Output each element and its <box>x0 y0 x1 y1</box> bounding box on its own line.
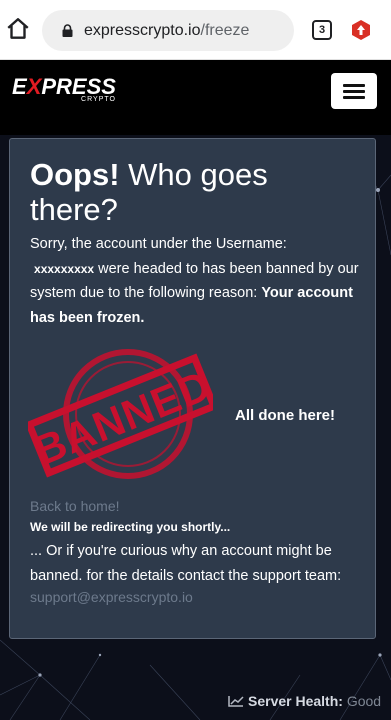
page-title: Oops! Who goes there? <box>30 157 268 227</box>
extension-icon[interactable] <box>350 19 372 41</box>
url-text: expresscrypto.io/freeze <box>84 22 249 40</box>
hamburger-menu-button[interactable] <box>331 73 377 109</box>
username-value: xxxxxxxxx <box>34 261 95 276</box>
url-host: expresscrypto.io <box>84 22 201 39</box>
support-info-text: ... Or if you're curious why an account … <box>30 543 342 584</box>
server-health-label: Server Health: <box>248 693 343 709</box>
done-message: All done here! <box>235 407 336 424</box>
redirect-notice: We will be redirecting you shortly... <box>30 520 231 534</box>
home-icon[interactable] <box>5 16 31 42</box>
address-bar[interactable]: expresscrypto.io/freeze <box>42 10 294 51</box>
banned-stamp-image: BANNED <box>28 349 213 479</box>
support-email-link[interactable]: support@expresscrypto.io <box>30 589 193 605</box>
back-to-home-link[interactable]: Back to home! <box>30 498 120 514</box>
logo-wordmark: EXPRESS <box>12 74 116 99</box>
url-path: /freeze <box>200 22 250 39</box>
lock-icon <box>62 24 73 37</box>
ban-notice-card: Oops! Who goes there? Sorry, the account… <box>9 138 376 639</box>
server-health-value: Good <box>346 693 382 709</box>
server-health-status: Server Health: Good <box>228 693 381 709</box>
site-logo[interactable]: EXPRESS CRYPTO <box>12 74 116 104</box>
ban-message: Sorry, the account under the Username: x… <box>30 236 359 326</box>
tab-switcher-button[interactable]: 3 <box>312 20 332 40</box>
chart-icon <box>228 696 244 707</box>
browser-toolbar: expresscrypto.io/freeze 3 <box>0 0 391 60</box>
